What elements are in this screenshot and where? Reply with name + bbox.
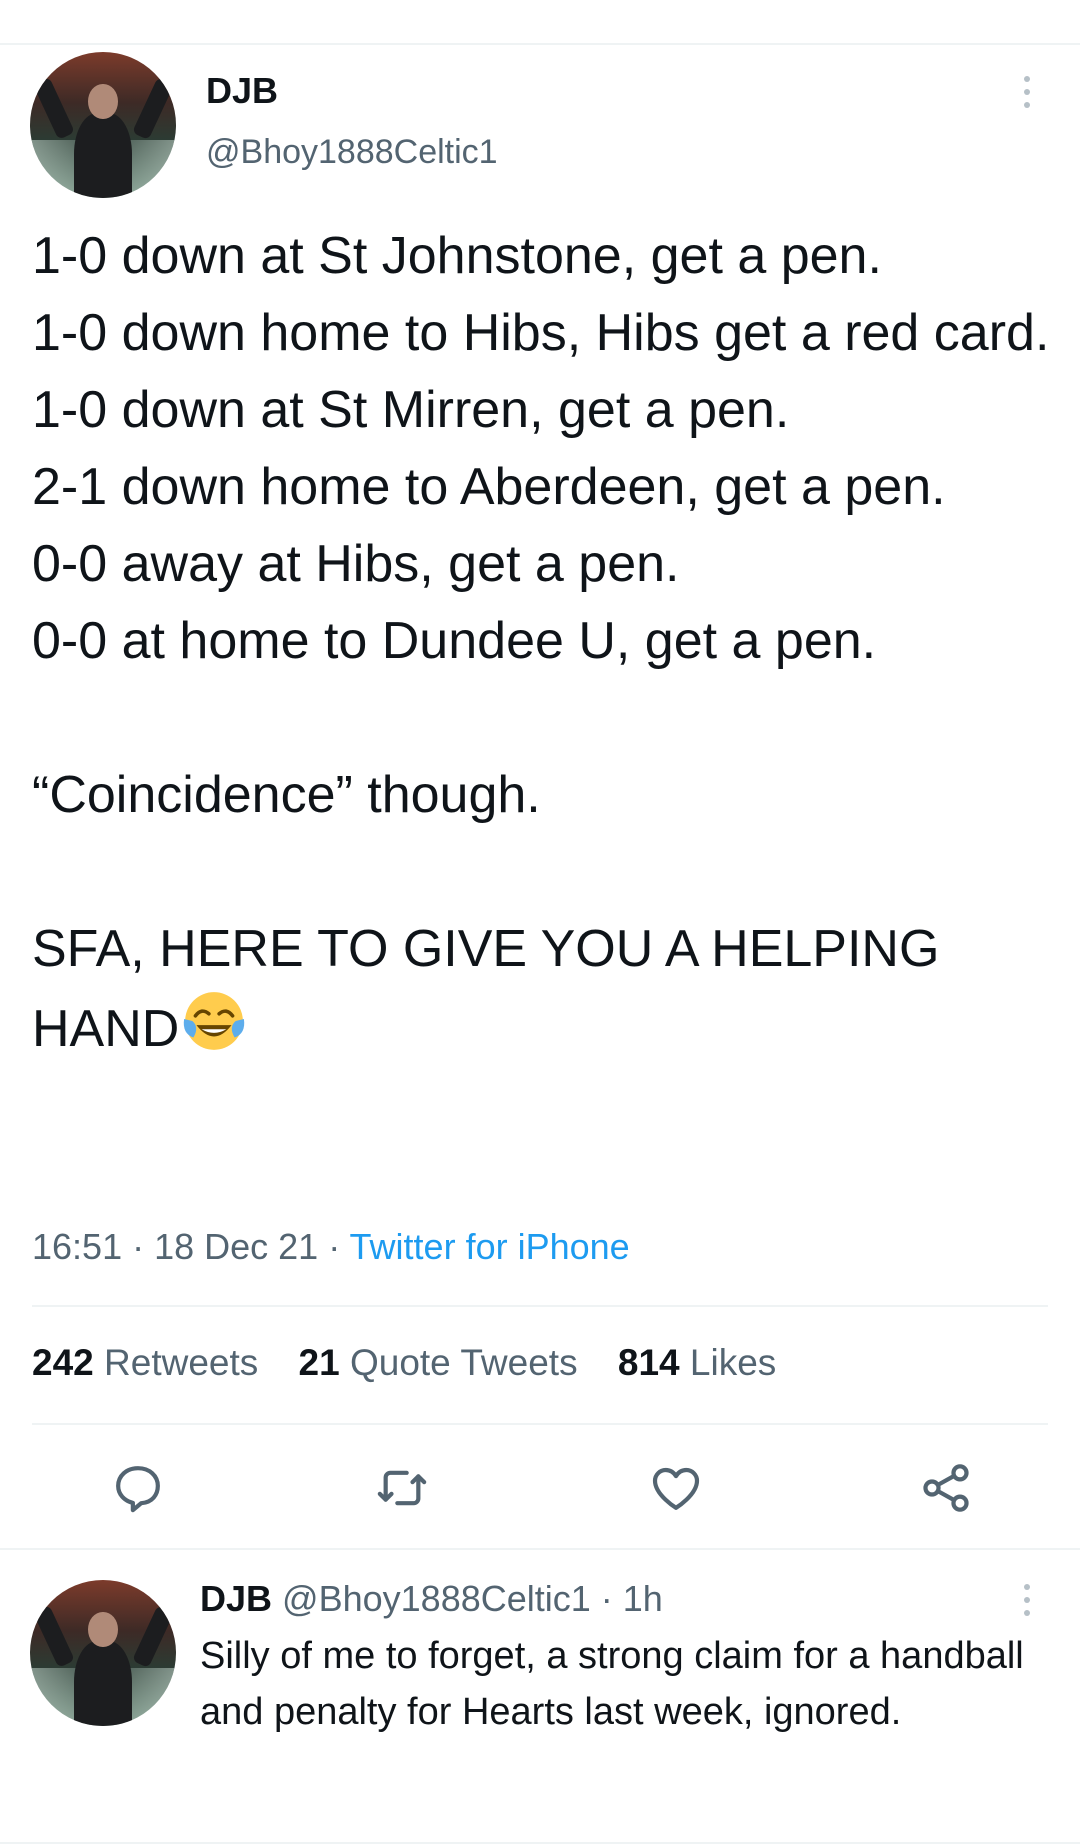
reply-avatar[interactable] xyxy=(30,1580,176,1726)
reply-icon xyxy=(116,1466,160,1513)
reply-time[interactable]: 1h xyxy=(623,1578,663,1619)
like-button[interactable] xyxy=(646,1458,706,1518)
retweet-icon xyxy=(377,1470,427,1506)
tweet-source-link[interactable]: Twitter for iPhone xyxy=(350,1226,630,1267)
likes-label: Likes xyxy=(689,1342,777,1383)
display-name[interactable]: DJB xyxy=(206,70,278,112)
divider xyxy=(32,1423,1048,1425)
divider xyxy=(0,1842,1080,1844)
meta-separator: · xyxy=(318,1226,350,1267)
retweet-button[interactable] xyxy=(372,1458,432,1518)
like-icon xyxy=(652,1467,700,1510)
quote-tweets-stat[interactable]: 21 Quote Tweets xyxy=(299,1342,578,1383)
reply-display-name[interactable]: DJB xyxy=(200,1578,272,1619)
reply-text[interactable]: Silly of me to forget, a strong claim fo… xyxy=(200,1628,1040,1740)
reply-handle[interactable]: @Bhoy1888Celtic1 xyxy=(282,1578,591,1619)
share-icon xyxy=(923,1464,969,1512)
reply-more-options-icon[interactable] xyxy=(1012,1578,1042,1622)
tweet-text-content: 1-0 down at St Johnstone, get a pen. 1-0… xyxy=(32,227,1050,1058)
quote-tweets-count: 21 xyxy=(298,1342,340,1383)
more-options-icon[interactable] xyxy=(1012,70,1042,114)
top-divider xyxy=(0,43,1080,45)
avatar[interactable] xyxy=(30,52,176,198)
retweets-stat[interactable]: 242 Retweets xyxy=(32,1342,258,1383)
reply-header: DJB @Bhoy1888Celtic1 · 1h xyxy=(200,1578,663,1620)
tweet-text: 1-0 down at St Johnstone, get a pen. 1-0… xyxy=(32,218,1062,1068)
divider xyxy=(0,1548,1080,1550)
retweets-label: Retweets xyxy=(104,1342,259,1383)
reply-button[interactable] xyxy=(108,1458,168,1518)
likes-stat[interactable]: 814 Likes xyxy=(618,1342,776,1383)
retweets-count: 242 xyxy=(32,1342,94,1383)
user-handle[interactable]: @Bhoy1888Celtic1 xyxy=(206,133,498,172)
quote-tweets-label: Quote Tweets xyxy=(349,1342,578,1383)
tweet-time: 16:51 xyxy=(32,1226,123,1267)
tweet-meta: 16:51 · 18 Dec 21 · Twitter for iPhone xyxy=(32,1226,630,1268)
tweet-date: 18 Dec 21 xyxy=(154,1226,319,1267)
tweet-stats: 242 Retweets 21 Quote Tweets 814 Likes xyxy=(32,1342,806,1384)
likes-count: 814 xyxy=(617,1342,680,1383)
face-with-tears-of-joy-icon xyxy=(184,992,245,1050)
reply-separator: · xyxy=(590,1578,623,1619)
meta-separator: · xyxy=(122,1226,155,1267)
share-button[interactable] xyxy=(916,1458,976,1518)
divider xyxy=(32,1305,1048,1307)
